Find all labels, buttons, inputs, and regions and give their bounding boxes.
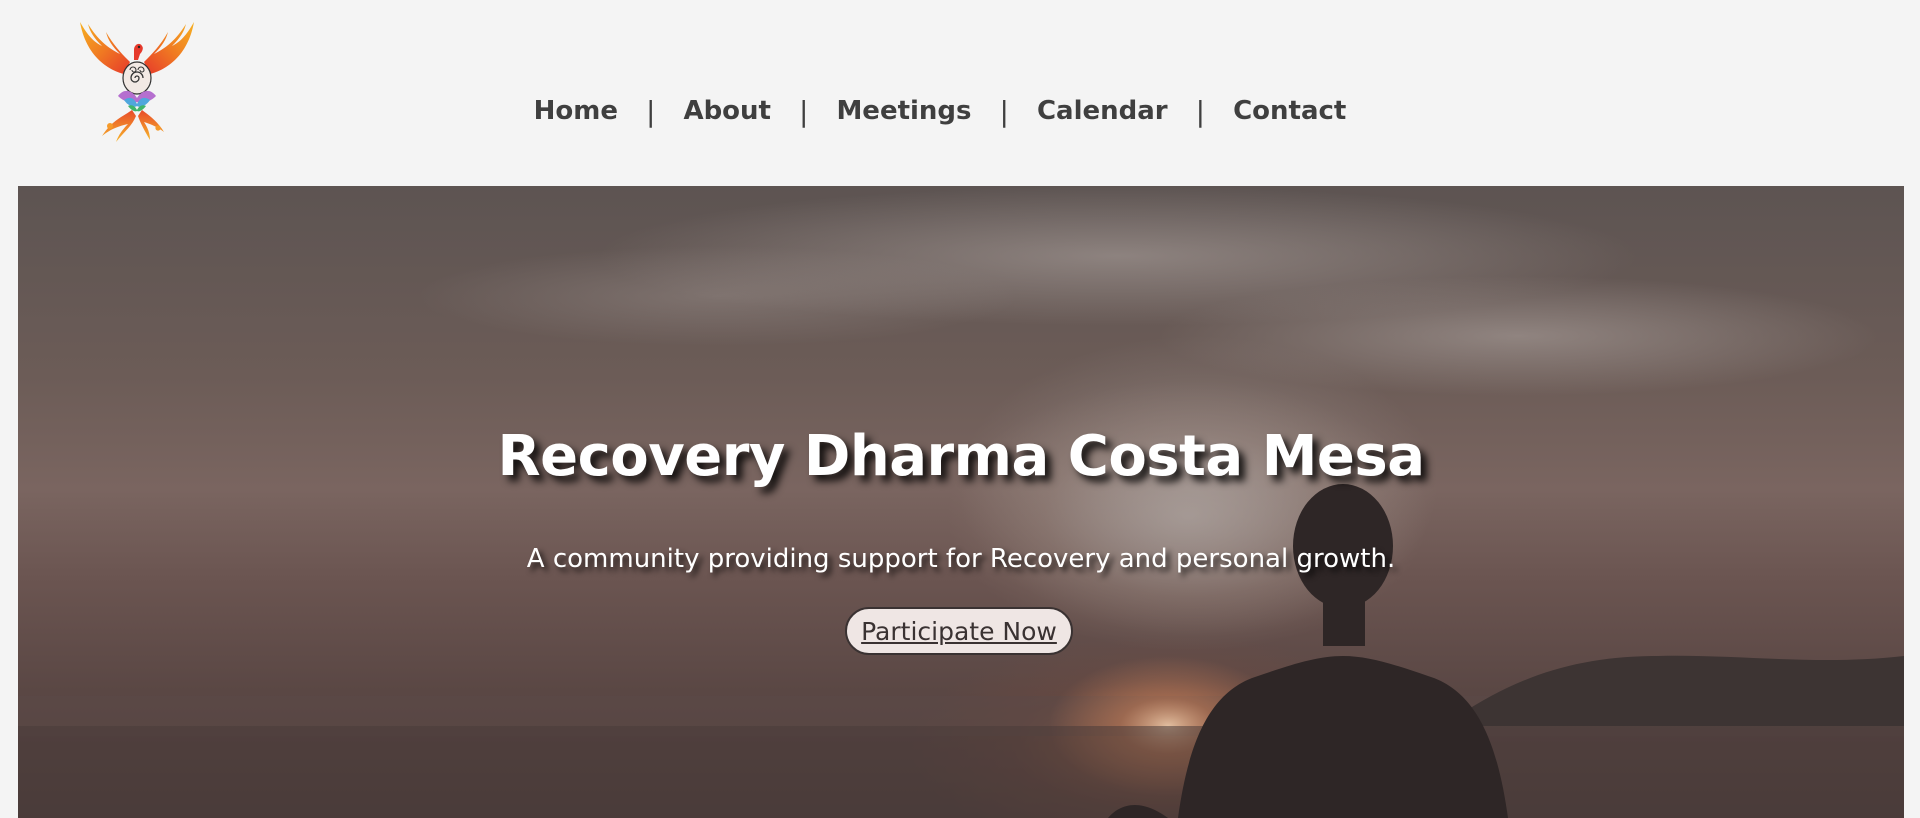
- hero-subtitle: A community providing support for Recove…: [526, 544, 1396, 574]
- nav-separator: |: [999, 94, 1009, 128]
- site-header: Home | About | Meetings | Calendar | Con…: [0, 0, 1920, 186]
- nav-separator: |: [646, 94, 656, 128]
- participate-now-button[interactable]: Participate Now: [845, 607, 1073, 655]
- nav-item-home[interactable]: Home: [534, 96, 618, 126]
- hero-banner: Recovery Dharma Costa Mesa A community p…: [18, 186, 1904, 818]
- nav-menu: Home | About | Meetings | Calendar | Con…: [534, 95, 1347, 128]
- nav-separator: |: [799, 94, 809, 128]
- main-nav: Home | About | Meetings | Calendar | Con…: [0, 86, 1920, 136]
- nav-separator: |: [1195, 94, 1206, 128]
- nav-item-contact[interactable]: Contact: [1233, 96, 1346, 126]
- hero-title: Recovery Dharma Costa Mesa: [497, 424, 1425, 489]
- nav-item-meetings[interactable]: Meetings: [836, 96, 971, 126]
- nav-item-calendar[interactable]: Calendar: [1037, 96, 1168, 126]
- hero-content: Recovery Dharma Costa Mesa A community p…: [18, 186, 1904, 818]
- nav-item-about[interactable]: About: [683, 96, 771, 126]
